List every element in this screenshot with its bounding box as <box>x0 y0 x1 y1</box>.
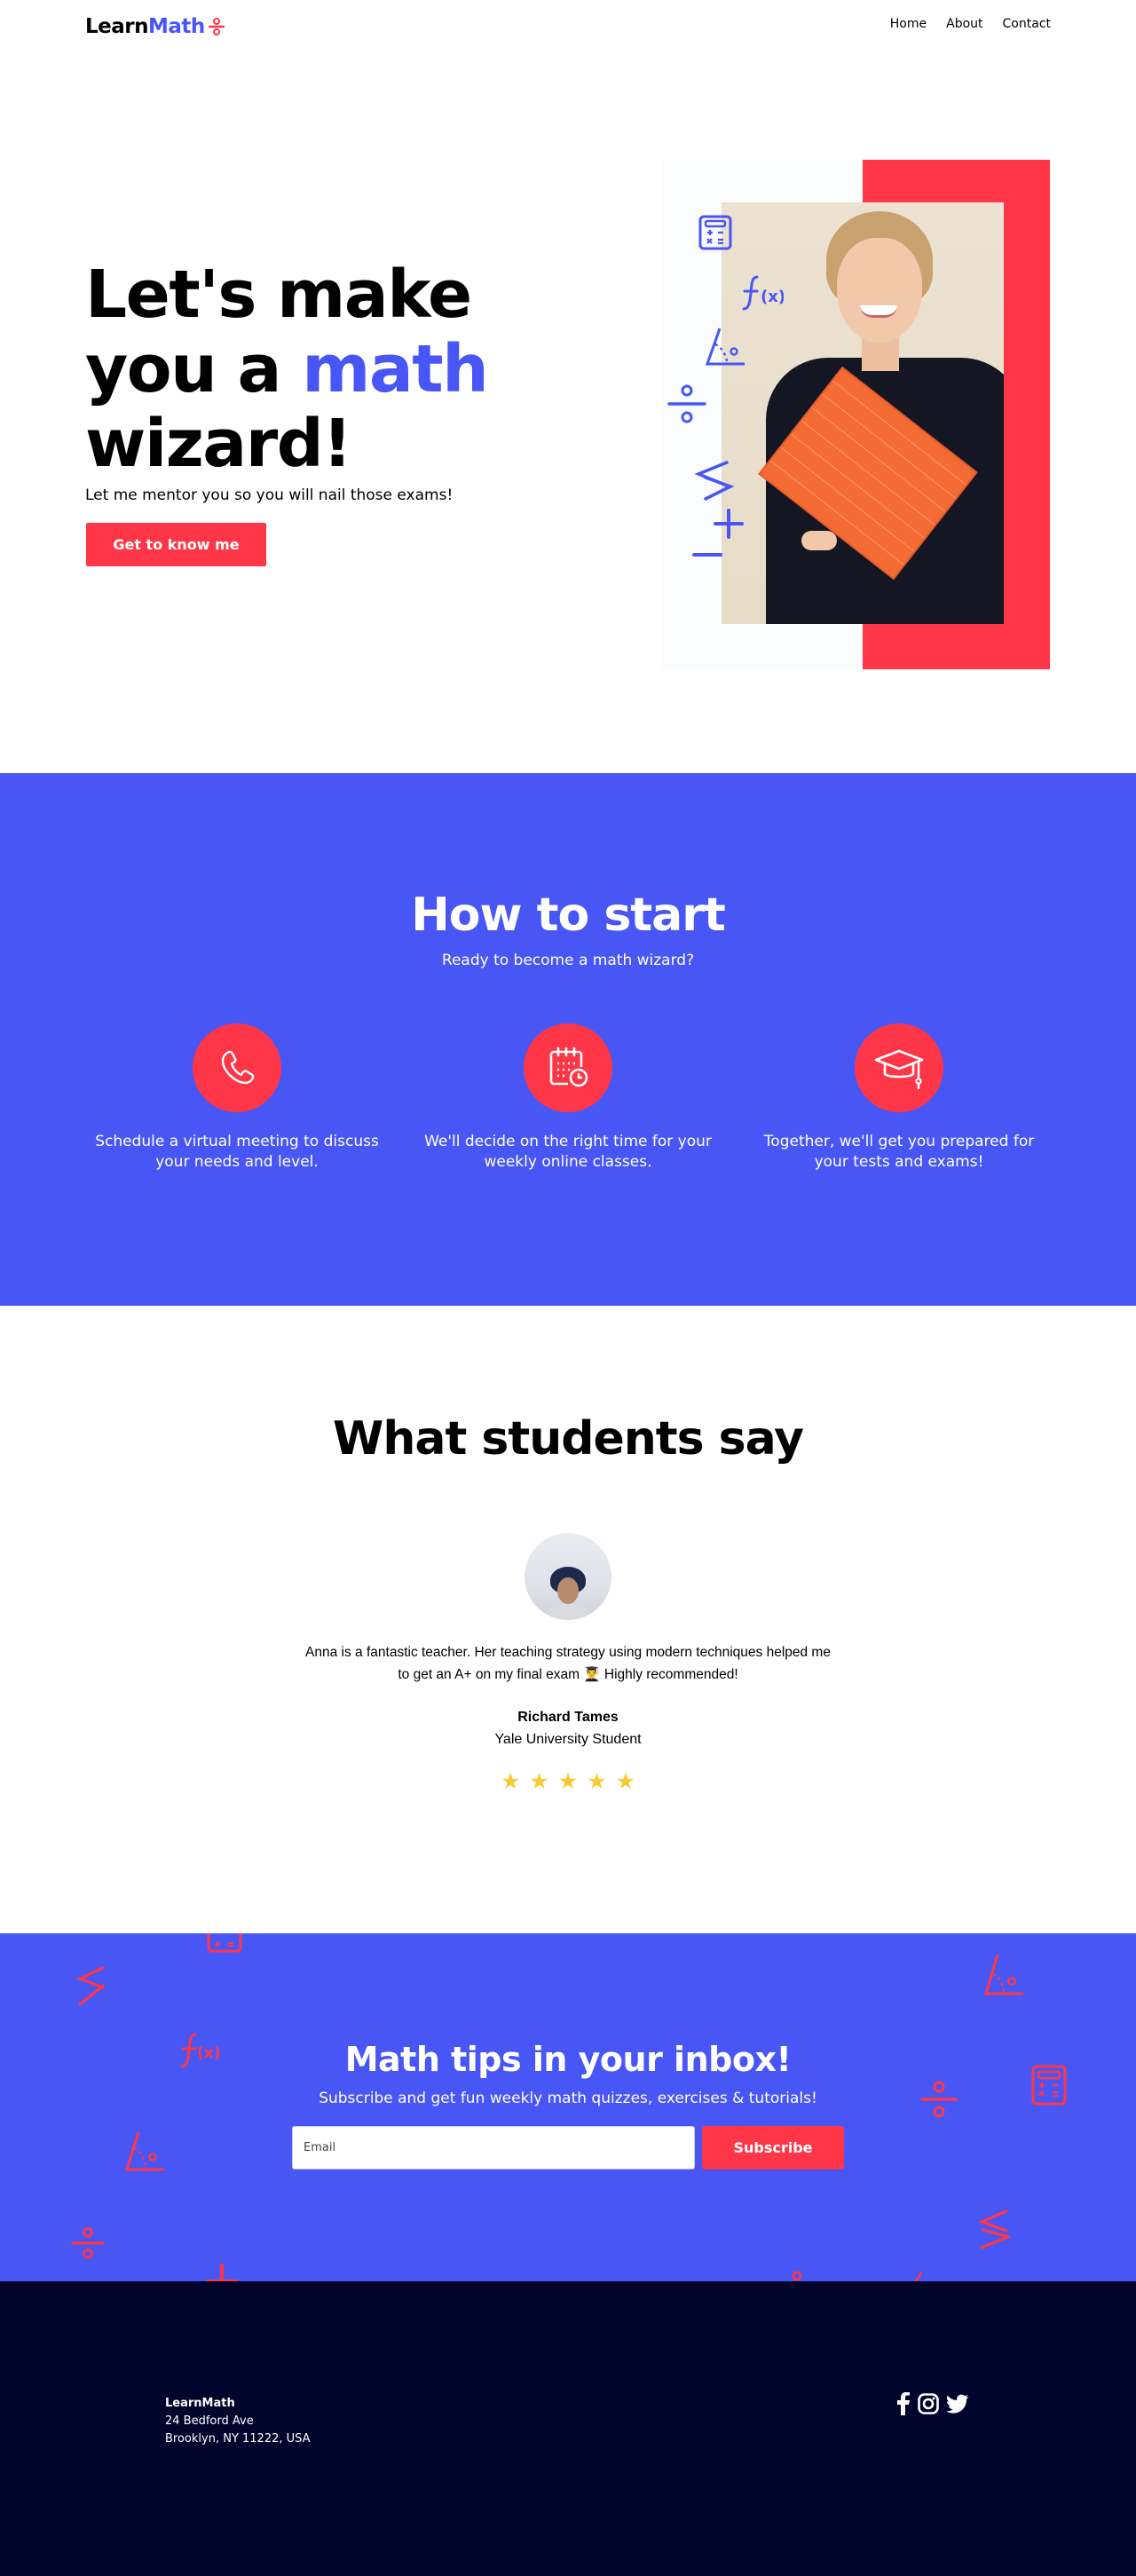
step-icon-circle <box>193 1023 281 1112</box>
testimonial-role: Yale University Student <box>494 1732 642 1747</box>
step-card: We'll decide on the right time for your … <box>417 1023 719 1173</box>
logo[interactable]: Learn Math <box>85 15 225 38</box>
hero-title: Let's make you a math wizard! <box>85 257 489 482</box>
testimonials-section: What students say Anna is a fantastic te… <box>0 1306 1136 1933</box>
plus-icon <box>714 509 744 539</box>
main-nav: Home About Contact <box>890 17 1051 31</box>
star-icon: ★ <box>557 1768 579 1794</box>
newsletter-section: (x) Math tips in your inbox! Subscribe a… <box>0 1933 1136 2281</box>
divide-logo-icon <box>208 18 225 36</box>
testimonial-quote: Anna is a fantastic teacher. Her teachin… <box>305 1645 831 1682</box>
testimonials-title: What students say <box>332 1412 804 1466</box>
nav-about[interactable]: About <box>946 17 982 31</box>
step-text: Schedule a virtual meeting to discuss yo… <box>95 1133 379 1171</box>
instagram-icon[interactable] <box>918 2393 939 2414</box>
rating-stars: ★ ★ ★ ★ ★ <box>0 1770 1136 1792</box>
logo-text-math: Math <box>148 15 205 38</box>
angle-icon <box>124 2131 164 2171</box>
newsletter-subtitle: Subscribe and get fun weekly math quizze… <box>319 2090 817 2107</box>
hero-title-line1: Let's make <box>85 257 472 333</box>
email-input[interactable] <box>292 2126 695 2169</box>
how-to-start-section: How to start Ready to become a math wiza… <box>0 773 1136 1306</box>
logo-text-learn: Learn <box>85 15 149 38</box>
star-icon: ★ <box>615 1768 636 1794</box>
function-icon <box>914 2272 923 2281</box>
hero-subtitle: Let me mentor you so you will nail those… <box>85 486 454 504</box>
phone-icon <box>221 1050 255 1085</box>
calendar-clock-icon <box>549 1047 588 1087</box>
less-greater-icon <box>694 461 734 501</box>
nav-contact[interactable]: Contact <box>1003 17 1051 31</box>
facebook-icon[interactable] <box>896 2392 911 2415</box>
step-icon-circle <box>524 1023 612 1112</box>
hero-section: Let's make you a math wizard! Let me men… <box>0 53 1136 773</box>
subscribe-button[interactable]: Subscribe <box>702 2126 844 2169</box>
divide-icon <box>71 2227 105 2259</box>
photo-face <box>837 238 922 343</box>
student-avatar <box>525 1533 611 1620</box>
step-text: Together, we'll get you prepared for you… <box>763 1133 1035 1171</box>
star-icon: ★ <box>529 1768 549 1794</box>
divide-icon <box>667 384 706 423</box>
avatar-face <box>557 1577 579 1604</box>
star-icon: ★ <box>587 1768 607 1794</box>
social-links <box>896 2392 969 2415</box>
step-icon-circle <box>855 1023 943 1112</box>
svg-text:(x): (x) <box>761 288 784 306</box>
divide-icon <box>792 2271 802 2281</box>
hero-title-highlight: math <box>302 331 489 407</box>
angle-icon <box>983 1954 1023 1995</box>
plus-icon <box>206 2264 238 2281</box>
graduation-cap-icon <box>874 1049 924 1089</box>
testimonial-author: Richard Tames <box>517 1710 619 1725</box>
newsletter-title: Math tips in your inbox! <box>344 2040 792 2079</box>
calculator-icon <box>207 1933 242 1953</box>
photo-hand <box>801 531 837 550</box>
star-icon: ★ <box>500 1768 521 1794</box>
hero-title-line2: you a <box>85 331 303 407</box>
function-icon: (x) <box>742 275 784 311</box>
footer-brand: LearnMath <box>165 2397 235 2410</box>
avatar-shirt <box>540 1602 596 1620</box>
angle-icon <box>705 328 745 366</box>
twitter-icon[interactable] <box>946 2394 969 2414</box>
less-greater-icon <box>76 1966 105 2006</box>
get-to-know-me-button[interactable]: Get to know me <box>86 523 266 566</box>
minus-icon <box>692 553 722 557</box>
footer-address-line1: 24 Bedford Ave <box>165 2414 254 2428</box>
calculator-icon <box>698 215 732 250</box>
hero-photo <box>722 202 1004 624</box>
less-greater-icon <box>978 2209 1010 2249</box>
hero-illustration: (x) <box>661 160 1052 669</box>
step-text: We'll decide on the right time for your … <box>424 1133 712 1171</box>
step-card: Schedule a virtual meeting to discuss yo… <box>86 1023 388 1173</box>
step-card: Together, we'll get you prepared for you… <box>748 1023 1050 1173</box>
footer-address-line2: Brooklyn, NY 11222, USA <box>165 2432 311 2446</box>
how-to-start-subtitle: Ready to become a math wizard? <box>441 952 695 969</box>
site-header: Learn Math Home About Contact <box>0 0 1136 53</box>
nav-home[interactable]: Home <box>890 17 927 31</box>
hero-title-line3: wizard! <box>85 406 352 482</box>
site-footer: LearnMath 24 Bedford Ave Brooklyn, NY 11… <box>0 2281 1136 2576</box>
how-to-start-title: How to start <box>411 889 725 942</box>
